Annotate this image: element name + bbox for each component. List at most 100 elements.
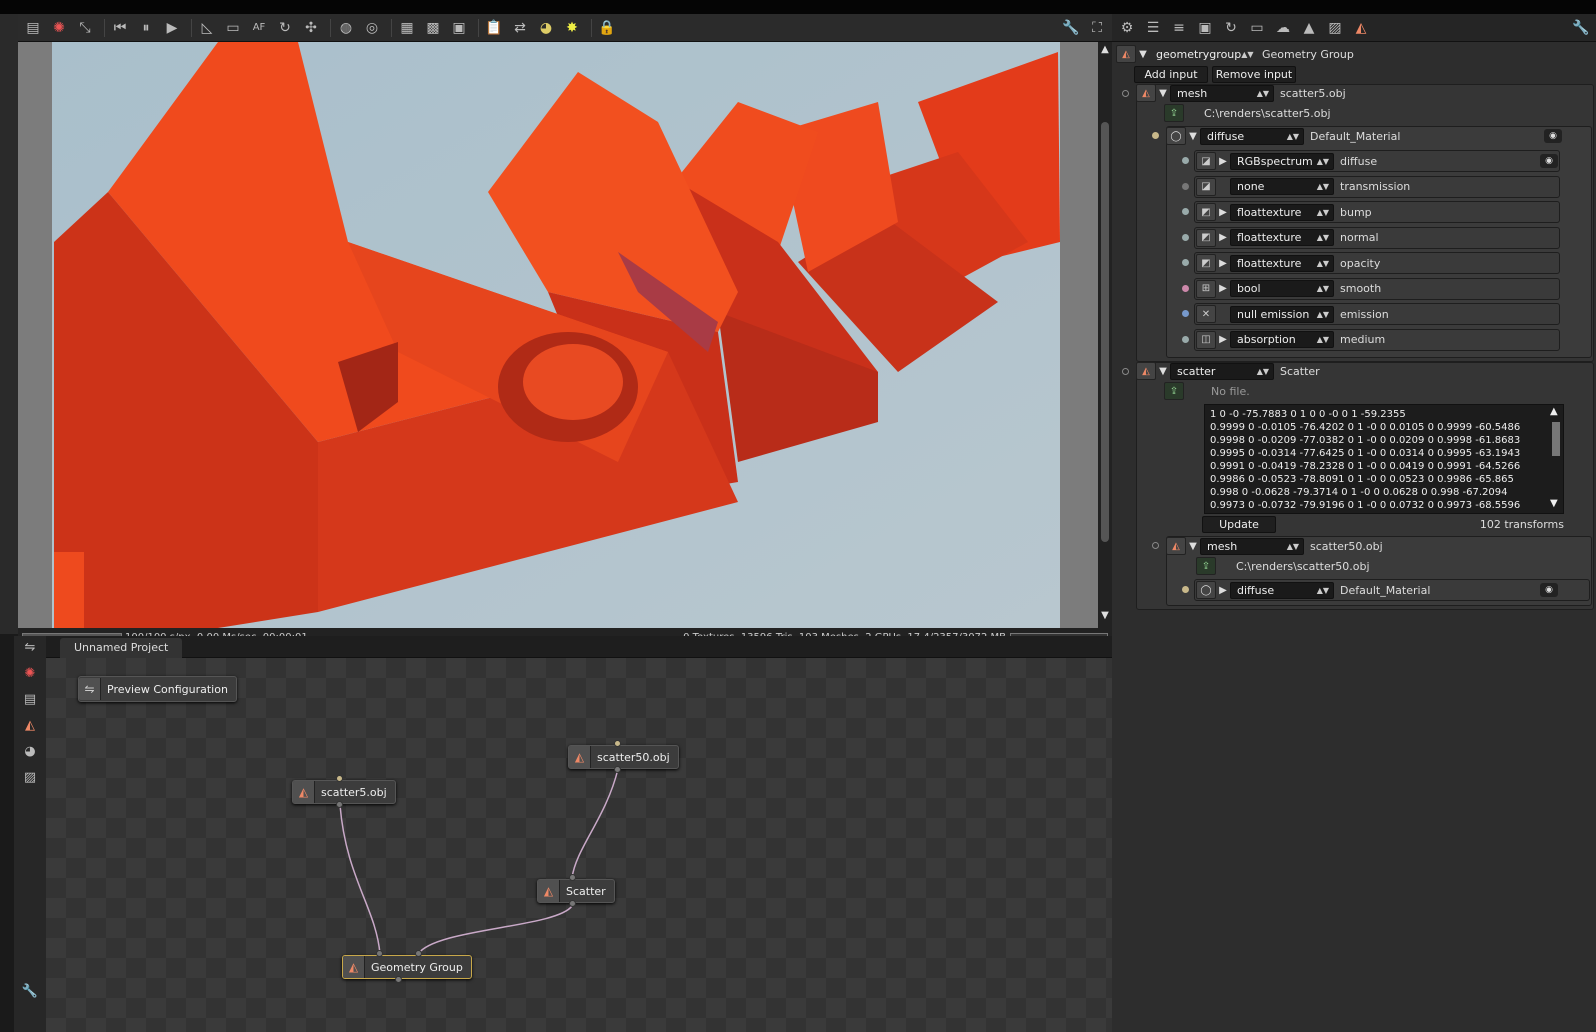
af-icon[interactable]: AF (248, 18, 270, 38)
material1-type-dropdown[interactable]: diffuse ▲▼ (1200, 127, 1304, 145)
mesh2-file-load-icon[interactable]: ⇪ (1196, 557, 1216, 575)
settings-wrench-icon[interactable]: 🔧 (20, 984, 40, 1002)
expand-pin-bump-icon[interactable]: ▶ (1216, 207, 1230, 218)
add-input-button[interactable]: Add input (1134, 65, 1208, 83)
list-icon[interactable]: ≡ (1168, 18, 1190, 38)
remove-input-button[interactable]: Remove input (1212, 65, 1296, 83)
preview-configuration-node[interactable]: ⇋ Preview Configuration (78, 676, 237, 702)
mesh2-type-dropdown[interactable]: mesh ▲▼ (1200, 537, 1304, 555)
matrix-scrollbar[interactable]: ▲ ▼ (1548, 404, 1564, 514)
tab-unnamed-project[interactable]: Unnamed Project (60, 638, 183, 658)
rewind-icon[interactable]: ⏮ (109, 18, 131, 38)
sphere2-icon[interactable]: ◎ (361, 18, 383, 38)
pin-dot-medium[interactable] (1182, 335, 1189, 343)
node-graph-icon[interactable]: ⇋ (20, 640, 40, 658)
node-scatter5[interactable]: ◭ scatter5.obj (292, 780, 396, 804)
expand-pin-medium-icon[interactable]: ▶ (1216, 334, 1230, 345)
transform-matrix-textarea[interactable]: 1 0 -0 -75.7883 0 1 0 0 -0 0 1 -59.2355 0… (1204, 404, 1564, 514)
pin-dot-normal[interactable] (1182, 233, 1189, 241)
inspector-icon[interactable]: ⚙ (1116, 18, 1138, 38)
inspector-wrench-icon[interactable]: 🔧 (1570, 18, 1592, 38)
pin-medium-type-dropdown[interactable]: absorption ▲▼ (1230, 331, 1334, 348)
render-target-icon[interactable]: ✺ (20, 666, 40, 684)
pin-diffuse-type-dropdown[interactable]: RGBspectrum ▲▼ (1230, 152, 1334, 170)
matrix-scroll-down-icon[interactable]: ▼ (1550, 498, 1558, 509)
rotate-icon[interactable]: ↻ (274, 18, 296, 38)
file-load-icon[interactable]: ⇪ (1164, 104, 1184, 122)
color-icon[interactable]: ◕ (535, 18, 557, 38)
grid-icon[interactable]: ▦ (396, 18, 418, 38)
pin-dot-diffuse[interactable] (1182, 157, 1189, 164)
node-scatter50-output-pin[interactable] (614, 766, 621, 773)
material2-type-dropdown[interactable]: diffuse ▲▼ (1230, 581, 1334, 599)
pin-dot-emission[interactable] (1182, 310, 1189, 317)
scroll-up-icon[interactable]: ▲ (1099, 44, 1111, 55)
sphere-icon[interactable]: ◍ (335, 18, 357, 38)
root-type-dropdown[interactable]: geometrygroup ▲▼ (1150, 46, 1256, 63)
wrench-icon[interactable]: 🔧 (1060, 18, 1082, 38)
node-scatter5-input-pin[interactable] (336, 775, 343, 782)
viewport-scrollbar[interactable]: ▲ ▼ (1098, 42, 1112, 628)
node-geometry-group-input-pin-1[interactable] (376, 950, 383, 957)
node-graph-canvas[interactable]: ⇋ Preview Configuration ◭ scatter5.obj ◭… (46, 658, 1112, 1032)
play-icon[interactable]: ▶ (161, 18, 183, 38)
checker2-icon[interactable]: ▣ (448, 18, 470, 38)
mesh1-type-dropdown[interactable]: mesh ▲▼ (1170, 84, 1274, 102)
sparkle-icon[interactable]: ✸ (561, 18, 583, 38)
screen-icon[interactable]: ▭ (222, 18, 244, 38)
material2-pin-dot[interactable] (1182, 586, 1189, 593)
pin-emission-type-dropdown[interactable]: null emission ▲▼ (1230, 305, 1334, 323)
picture-icon[interactable]: ▲ (1298, 18, 1320, 38)
outliner-icon[interactable]: ☰ (1142, 18, 1164, 38)
render-image[interactable] (18, 42, 1098, 628)
matrix-scroll-thumb[interactable] (1552, 422, 1560, 456)
ruler-icon[interactable]: ◺ (196, 18, 218, 38)
pin-transmission-type-dropdown[interactable]: none ▲▼ (1230, 178, 1334, 195)
export-icon[interactable]: ⇄ (509, 18, 531, 38)
node-geometry-group-output-pin[interactable] (395, 976, 402, 983)
focus-icon[interactable]: ✣ (300, 18, 322, 38)
expand-material2-icon[interactable]: ▶ (1216, 585, 1230, 596)
pin-normal-type-dropdown[interactable]: floattexture ▲▼ (1230, 229, 1334, 246)
pin-bump-type-dropdown[interactable]: floattexture ▲▼ (1230, 203, 1334, 221)
node-geometry-group[interactable]: ◭ Geometry Group (342, 955, 472, 979)
node-scatter50[interactable]: ◭ scatter50.obj (568, 745, 679, 769)
lock-icon[interactable]: 🔒 (596, 18, 618, 38)
window-icon[interactable]: ▭ (1246, 18, 1268, 38)
expand-pin-normal-icon[interactable]: ▶ (1216, 232, 1230, 243)
geometry-node-icon[interactable]: ◭ (20, 718, 40, 736)
material2-visibility-icon[interactable]: ◉ (1540, 583, 1558, 597)
material1-visibility-icon[interactable]: ◉ (1544, 129, 1562, 143)
expand-mesh2-icon[interactable]: ▼ (1186, 541, 1200, 552)
scroll-down-icon[interactable]: ▼ (1099, 610, 1111, 621)
scatter-pin-dot[interactable] (1122, 368, 1129, 375)
update-button[interactable]: Update (1202, 515, 1276, 533)
expand-scatter-icon[interactable]: ▼ (1156, 366, 1170, 377)
material1-pin-dot[interactable] (1152, 132, 1159, 139)
node-scatter50-input-pin[interactable] (614, 740, 621, 747)
cloud-icon[interactable]: ☁ (1272, 18, 1294, 38)
pin-dot-transmission[interactable] (1182, 182, 1189, 190)
camera-node-icon[interactable]: ▤ (20, 692, 40, 710)
clipboard-icon[interactable]: 📋 (483, 18, 505, 38)
pin-dot-opacity[interactable] (1182, 259, 1189, 266)
pin-smooth-type-dropdown[interactable]: bool ▲▼ (1230, 280, 1334, 297)
node-geometry-group-input-pin-2[interactable] (415, 950, 422, 957)
expand-material1-icon[interactable]: ▼ (1186, 131, 1200, 142)
checker-icon[interactable]: ▩ (422, 18, 444, 38)
fullscreen-icon[interactable]: ⛶ (1086, 18, 1108, 38)
mesh2-pin-dot[interactable] (1152, 542, 1159, 549)
graph-icon[interactable]: ↻ (1220, 18, 1242, 38)
expand-root-icon[interactable]: ▼ (1136, 49, 1150, 60)
pin-diffuse-visibility-icon[interactable]: ◉ (1540, 154, 1558, 168)
expand-pin-smooth-icon[interactable]: ▶ (1216, 283, 1230, 294)
material-node-icon[interactable]: ◕ (20, 744, 40, 762)
texture-node-icon[interactable]: ▨ (20, 770, 40, 788)
texture-icon[interactable]: ▨ (1324, 18, 1346, 38)
pin-opacity-type-dropdown[interactable]: floattexture ▲▼ (1230, 254, 1334, 272)
expand-pin-diffuse-icon[interactable]: ▶ (1216, 156, 1230, 167)
node-scatter5-output-pin[interactable] (336, 801, 343, 808)
mesh1-pin-dot[interactable] (1122, 90, 1129, 97)
expand-pin-opacity-icon[interactable]: ▶ (1216, 258, 1230, 269)
node-scatter-output-pin[interactable] (569, 900, 576, 907)
